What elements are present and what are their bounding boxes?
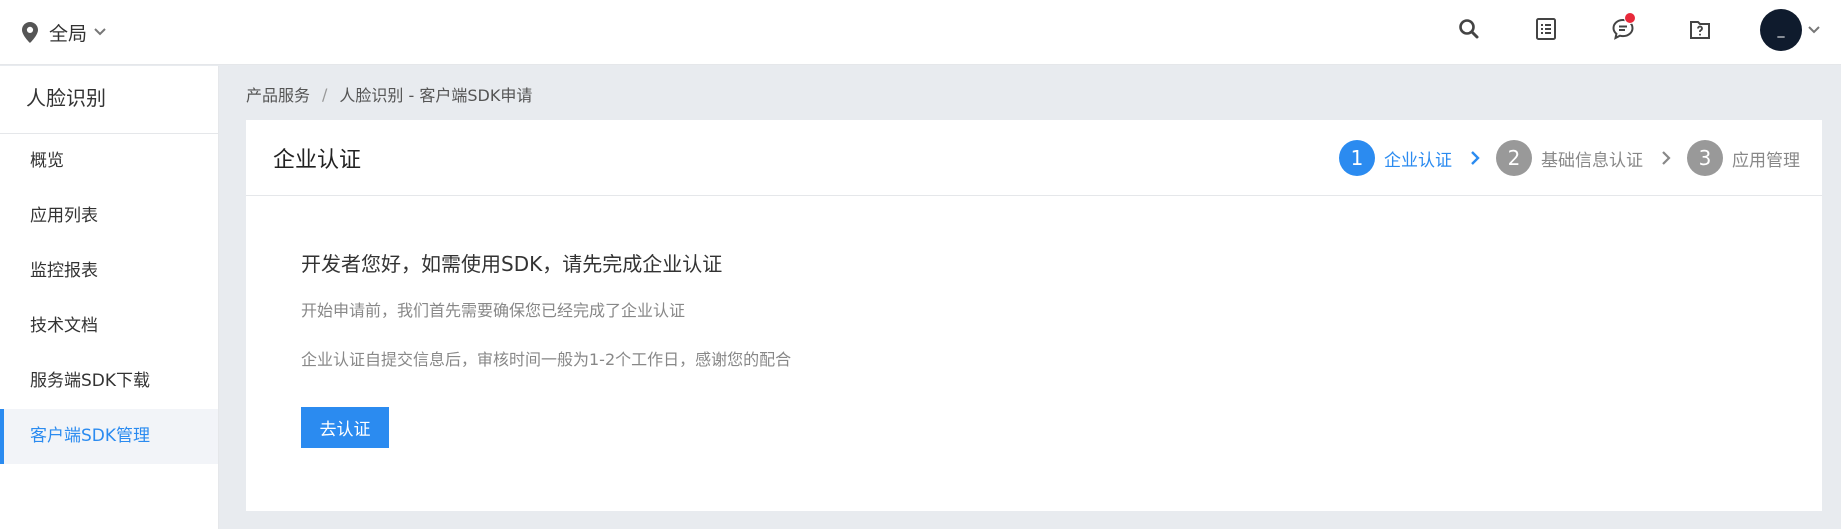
breadcrumb-root[interactable]: 产品服务: [246, 82, 310, 106]
go-verify-button[interactable]: 去认证: [301, 407, 389, 448]
search-icon[interactable]: [1449, 9, 1489, 49]
sidebar: 人脸识别 概览 应用列表 监控报表 技术文档 服务端SDK下载 客户端SDK管理: [0, 66, 219, 529]
step-3-number: 3: [1687, 140, 1723, 176]
step-2-label: 基础信息认证: [1541, 150, 1643, 171]
sidebar-item-server-sdk-download[interactable]: 服务端SDK下载: [0, 354, 218, 409]
card-body: 开发者您好，如需使用SDK，请先完成企业认证 开始申请前，我们首先需要确保您已经…: [246, 196, 1822, 448]
document-list-icon[interactable]: [1526, 9, 1566, 49]
step-indicator: 1 企业认证 2 基础信息认证 3 应用管理: [1339, 140, 1800, 176]
sidebar-item-app-list[interactable]: 应用列表: [0, 189, 218, 244]
sidebar-item-tech-docs[interactable]: 技术文档: [0, 299, 218, 354]
step-2: 2 基础信息认证: [1496, 140, 1643, 176]
breadcrumb-current: 人脸识别 - 客户端SDK申请: [339, 86, 533, 105]
breadcrumb: 产品服务 / 人脸识别 - 客户端SDK申请: [246, 82, 532, 106]
help-box-icon[interactable]: [1680, 9, 1720, 49]
region-selector[interactable]: 全局: [20, 17, 109, 47]
chevron-down-icon[interactable]: [1807, 22, 1823, 38]
step-1: 1 企业认证: [1339, 140, 1452, 176]
page-title: 企业认证: [273, 148, 362, 173]
user-avatar[interactable]: _: [1760, 9, 1802, 51]
region-label: 全局: [49, 22, 88, 45]
chevron-down-icon: [93, 24, 109, 40]
chevron-right-icon: [1468, 149, 1482, 167]
intro-text-2: 企业认证自提交信息后，审核时间一般为1-2个工作日，感谢您的配合: [301, 350, 792, 369]
avatar-text: _: [1777, 22, 1785, 38]
step-3: 3 应用管理: [1687, 140, 1800, 176]
step-1-label: 企业认证: [1384, 150, 1452, 171]
sidebar-item-client-sdk-management[interactable]: 客户端SDK管理: [0, 409, 218, 464]
map-pin-icon: [20, 21, 40, 43]
step-3-label: 应用管理: [1732, 150, 1800, 171]
step-2-number: 2: [1496, 140, 1532, 176]
intro-heading: 开发者您好，如需使用SDK，请先完成企业认证: [301, 252, 723, 276]
sidebar-item-overview[interactable]: 概览: [0, 134, 218, 189]
chat-icon[interactable]: [1603, 9, 1643, 49]
main-card: 企业认证 1 企业认证 2 基础信息认证 3 应用管理 开发者您好，如需使用SD…: [246, 120, 1822, 511]
step-1-number: 1: [1339, 140, 1375, 176]
intro-text-1: 开始申请前，我们首先需要确保您已经完成了企业认证: [301, 301, 686, 320]
notification-dot: [1624, 12, 1636, 24]
sidebar-title: 人脸识别: [0, 66, 218, 134]
chevron-right-icon: [1659, 149, 1673, 167]
sidebar-item-monitor-report[interactable]: 监控报表: [0, 244, 218, 299]
breadcrumb-separator: /: [322, 84, 328, 104]
top-bar: 全局 _: [0, 0, 1841, 65]
card-header: 企业认证 1 企业认证 2 基础信息认证 3 应用管理: [246, 120, 1822, 196]
